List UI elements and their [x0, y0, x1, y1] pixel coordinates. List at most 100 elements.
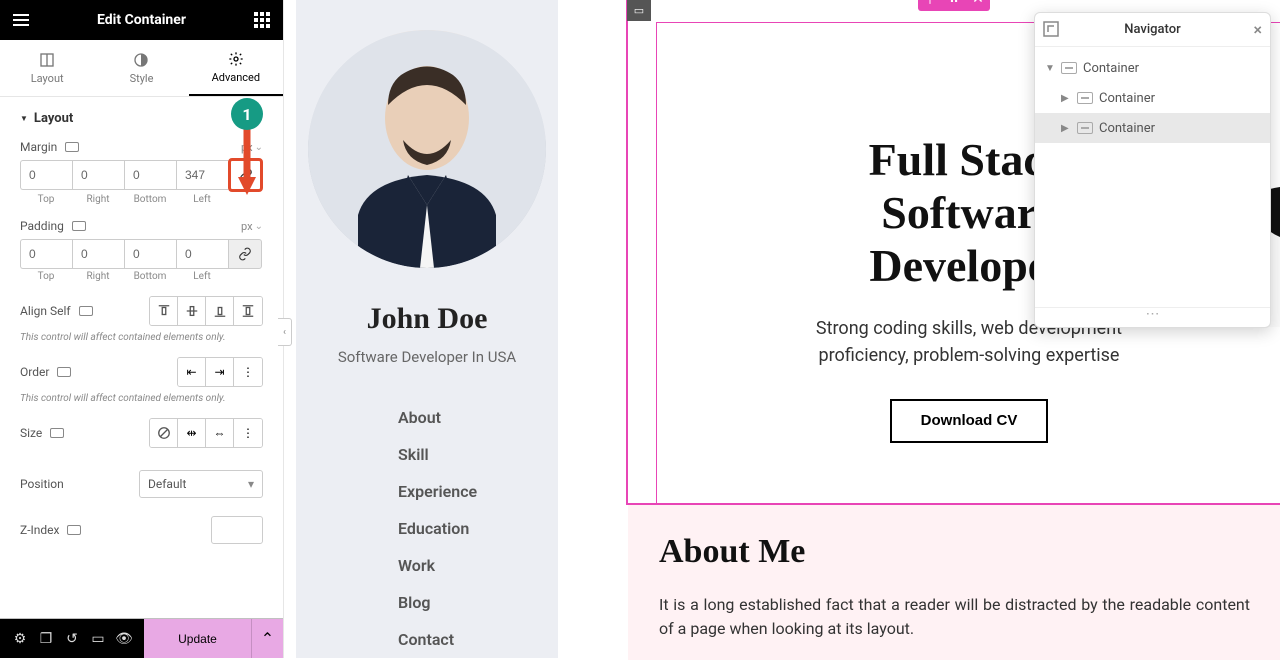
navigator-close-icon[interactable]: ×	[1253, 20, 1262, 39]
margin-top-input[interactable]	[20, 160, 72, 190]
profile-sidebar: John Doe Software Developer In USA About…	[296, 0, 558, 658]
tree-item-container-2[interactable]: ▶Container	[1035, 113, 1270, 143]
margin-left-input[interactable]	[176, 160, 228, 190]
order-group: ⇤ ⇥ ⋮	[177, 357, 263, 387]
device-icon[interactable]	[67, 525, 81, 535]
layers-icon[interactable]: ❐	[34, 619, 58, 659]
panel-collapse-handle[interactable]: ‹	[278, 318, 292, 346]
margin-bottom-input[interactable]	[124, 160, 176, 190]
style-icon	[133, 52, 149, 68]
nav-blog[interactable]: Blog	[398, 593, 558, 612]
align-end-button[interactable]	[206, 297, 234, 325]
panel-tabs: Layout Style Advanced	[0, 40, 283, 97]
about-title: About Me	[659, 533, 1250, 571]
padding-unit[interactable]: px	[241, 220, 263, 233]
preview-area: John Doe Software Developer In USA About…	[284, 0, 1280, 658]
nav-skill[interactable]: Skill	[398, 445, 558, 464]
tab-layout-label: Layout	[31, 72, 64, 85]
size-label: Size	[20, 426, 64, 440]
nav-about[interactable]: About	[398, 408, 558, 427]
margin-right-input[interactable]	[72, 160, 124, 190]
nav-education[interactable]: Education	[398, 519, 558, 538]
about-section: About Me It is a long established fact t…	[628, 505, 1280, 660]
add-element-icon[interactable]: ＋	[918, 0, 942, 11]
dock-icon[interactable]	[1043, 21, 1059, 37]
profile-nav: About Skill Experience Education Work Bl…	[296, 408, 558, 649]
close-element-icon[interactable]: ✕	[966, 0, 990, 11]
navigator-panel[interactable]: Navigator × ▼Container ▶Container ▶Conta…	[1034, 12, 1271, 328]
zindex-label: Z-Index	[20, 523, 81, 537]
responsive-tag-icon[interactable]: ▭	[627, 0, 651, 21]
panel-footer: ⚙ ❐ ↺ ▭ 👁 Update ⌃	[0, 618, 283, 658]
update-button[interactable]: Update	[144, 619, 251, 658]
align-stretch-button[interactable]	[234, 297, 262, 325]
tree-item-container-root[interactable]: ▼Container	[1035, 53, 1270, 83]
element-handle-bar: ＋ ⠿ ✕	[918, 0, 990, 11]
device-icon[interactable]	[50, 428, 64, 438]
size-more-button[interactable]: ⋮	[234, 419, 262, 447]
device-icon[interactable]	[72, 221, 86, 231]
navigator-resize-handle[interactable]: ⋯	[1035, 307, 1270, 327]
profile-role: Software Developer In USA	[296, 348, 558, 366]
padding-link-button[interactable]	[228, 239, 262, 269]
section-layout[interactable]: Layout	[20, 111, 263, 126]
padding-bottom-input[interactable]	[124, 239, 176, 269]
update-caret[interactable]: ⌃	[251, 619, 283, 658]
tab-layout[interactable]: Layout	[0, 40, 94, 96]
nav-experience[interactable]: Experience	[398, 482, 558, 501]
device-icon[interactable]	[79, 306, 93, 316]
padding-left-input[interactable]	[176, 239, 228, 269]
nav-contact[interactable]: Contact	[398, 630, 558, 649]
padding-top-input[interactable]	[20, 239, 72, 269]
tab-advanced[interactable]: Advanced	[189, 40, 283, 96]
padding-label: Padding	[20, 219, 86, 233]
size-none-button[interactable]	[150, 419, 178, 447]
footer-left: ⚙ ❐ ↺ ▭ 👁	[0, 619, 144, 658]
tab-style[interactable]: Style	[94, 40, 188, 96]
nav-work[interactable]: Work	[398, 556, 558, 575]
tab-advanced-label: Advanced	[212, 71, 260, 84]
order-last-button[interactable]: ⇥	[206, 358, 234, 386]
container-icon	[1077, 92, 1093, 104]
align-center-button[interactable]	[178, 297, 206, 325]
drag-handle-icon[interactable]: ⠿	[942, 0, 966, 11]
padding-right-input[interactable]	[72, 239, 124, 269]
size-group: ⇹ ⇔ ⋮	[149, 418, 263, 448]
hamburger-icon[interactable]	[12, 11, 30, 29]
preview-icon[interactable]: 👁	[112, 619, 136, 659]
align-start-button[interactable]	[150, 297, 178, 325]
order-first-button[interactable]: ⇤	[178, 358, 206, 386]
position-label: Position	[20, 477, 64, 491]
about-text: It is a long established fact that a rea…	[659, 593, 1250, 641]
device-icon[interactable]	[65, 142, 79, 152]
navigator-title: Navigator	[1124, 22, 1180, 37]
position-dropdown[interactable]: Default	[139, 470, 263, 498]
device-icon[interactable]	[57, 367, 71, 377]
container-icon	[1061, 62, 1077, 74]
gear-icon	[228, 51, 244, 67]
size-shrink-button[interactable]: ⇔	[206, 419, 234, 447]
zindex-input[interactable]	[211, 516, 263, 544]
order-more-button[interactable]: ⋮	[234, 358, 262, 386]
history-icon[interactable]: ↺	[60, 619, 84, 659]
panel-title: Edit Container	[97, 12, 186, 28]
align-note: This control will affect contained eleme…	[20, 332, 263, 343]
callout-arrow-icon	[238, 129, 256, 195]
container-icon	[1077, 122, 1093, 134]
widgets-grid-icon[interactable]	[253, 11, 271, 29]
margin-inputs	[20, 160, 263, 192]
settings-icon[interactable]: ⚙	[8, 619, 32, 659]
tree-item-container-1[interactable]: ▶Container	[1035, 83, 1270, 113]
callout-badge: 1	[231, 98, 263, 130]
navigator-tree: ▼Container ▶Container ▶Container	[1035, 47, 1270, 307]
responsive-icon[interactable]: ▭	[86, 619, 110, 659]
navigator-header[interactable]: Navigator ×	[1035, 13, 1270, 47]
link-icon	[238, 247, 252, 261]
padding-inputs	[20, 239, 263, 269]
align-self-group	[149, 296, 263, 326]
size-grow-button[interactable]: ⇹	[178, 419, 206, 447]
tab-style-label: Style	[130, 72, 154, 85]
align-self-label: Align Self	[20, 304, 93, 318]
profile-name: John Doe	[296, 302, 558, 336]
margin-label: Margin	[20, 140, 79, 154]
